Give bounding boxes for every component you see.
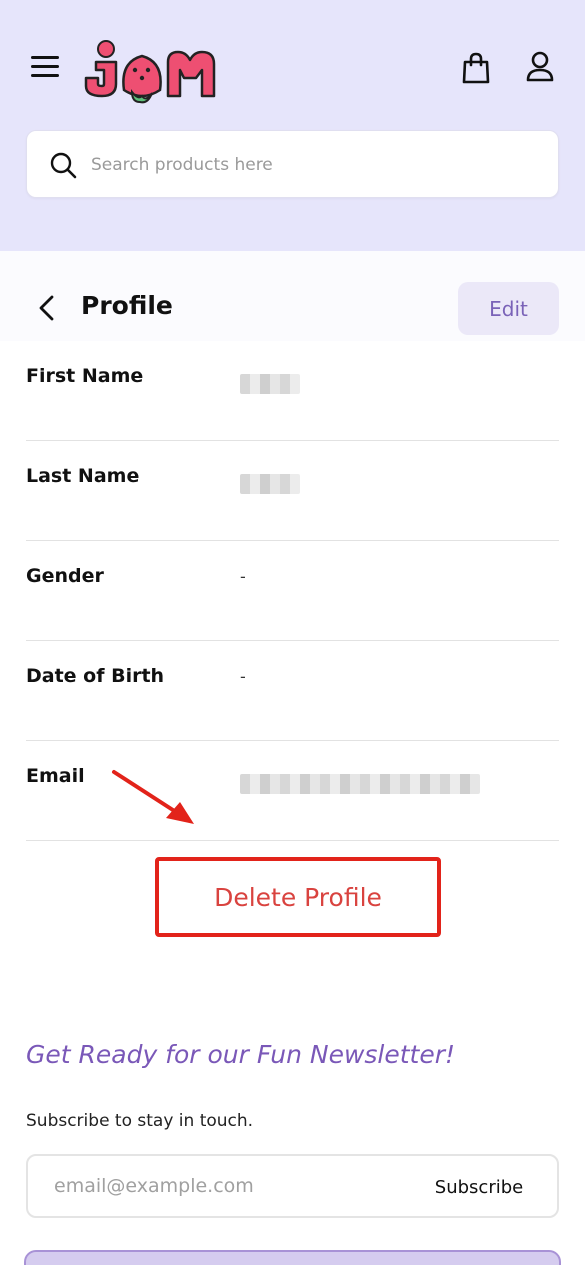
newsletter-email-input[interactable] [54,1168,414,1204]
field-value: - [240,667,246,686]
search-input[interactable] [91,145,531,185]
field-label: First Name [26,365,144,387]
newsletter-subtitle: Subscribe to stay in touch. [26,1111,254,1131]
email-value-redacted [240,774,480,794]
search-bar [26,130,559,198]
bottom-action-bar[interactable] [24,1250,561,1265]
subscribe-button[interactable]: Subscribe [420,1168,538,1206]
site-header [0,0,585,251]
profile-row-email: Email [26,741,559,841]
field-label: Email [26,765,85,787]
profile-row-last-name: Last Name [26,441,559,541]
back-chevron-icon[interactable] [34,293,58,323]
shopping-bag-icon[interactable] [460,51,492,85]
field-label: Last Name [26,465,140,487]
profile-row-date-of-birth: Date of Birth - [26,641,559,741]
jam-logo[interactable] [82,40,228,104]
first-name-value-redacted [240,374,300,394]
page-title: Profile [81,291,173,320]
hamburger-menu-icon[interactable] [31,56,59,78]
field-value: - [240,567,246,586]
edit-button[interactable]: Edit [458,282,559,335]
field-label: Gender [26,565,104,587]
newsletter-title: Get Ready for our Fun Newsletter! [26,1040,456,1069]
delete-profile-button[interactable]: Delete Profile [163,865,433,929]
search-icon[interactable] [49,151,77,179]
profile-row-gender: Gender - [26,541,559,641]
user-icon[interactable] [524,50,556,84]
field-label: Date of Birth [26,665,165,687]
last-name-value-redacted [240,474,300,494]
profile-row-first-name: First Name [26,341,559,441]
annotation-arrow-icon [112,770,194,824]
newsletter-form: Subscribe [26,1154,559,1218]
